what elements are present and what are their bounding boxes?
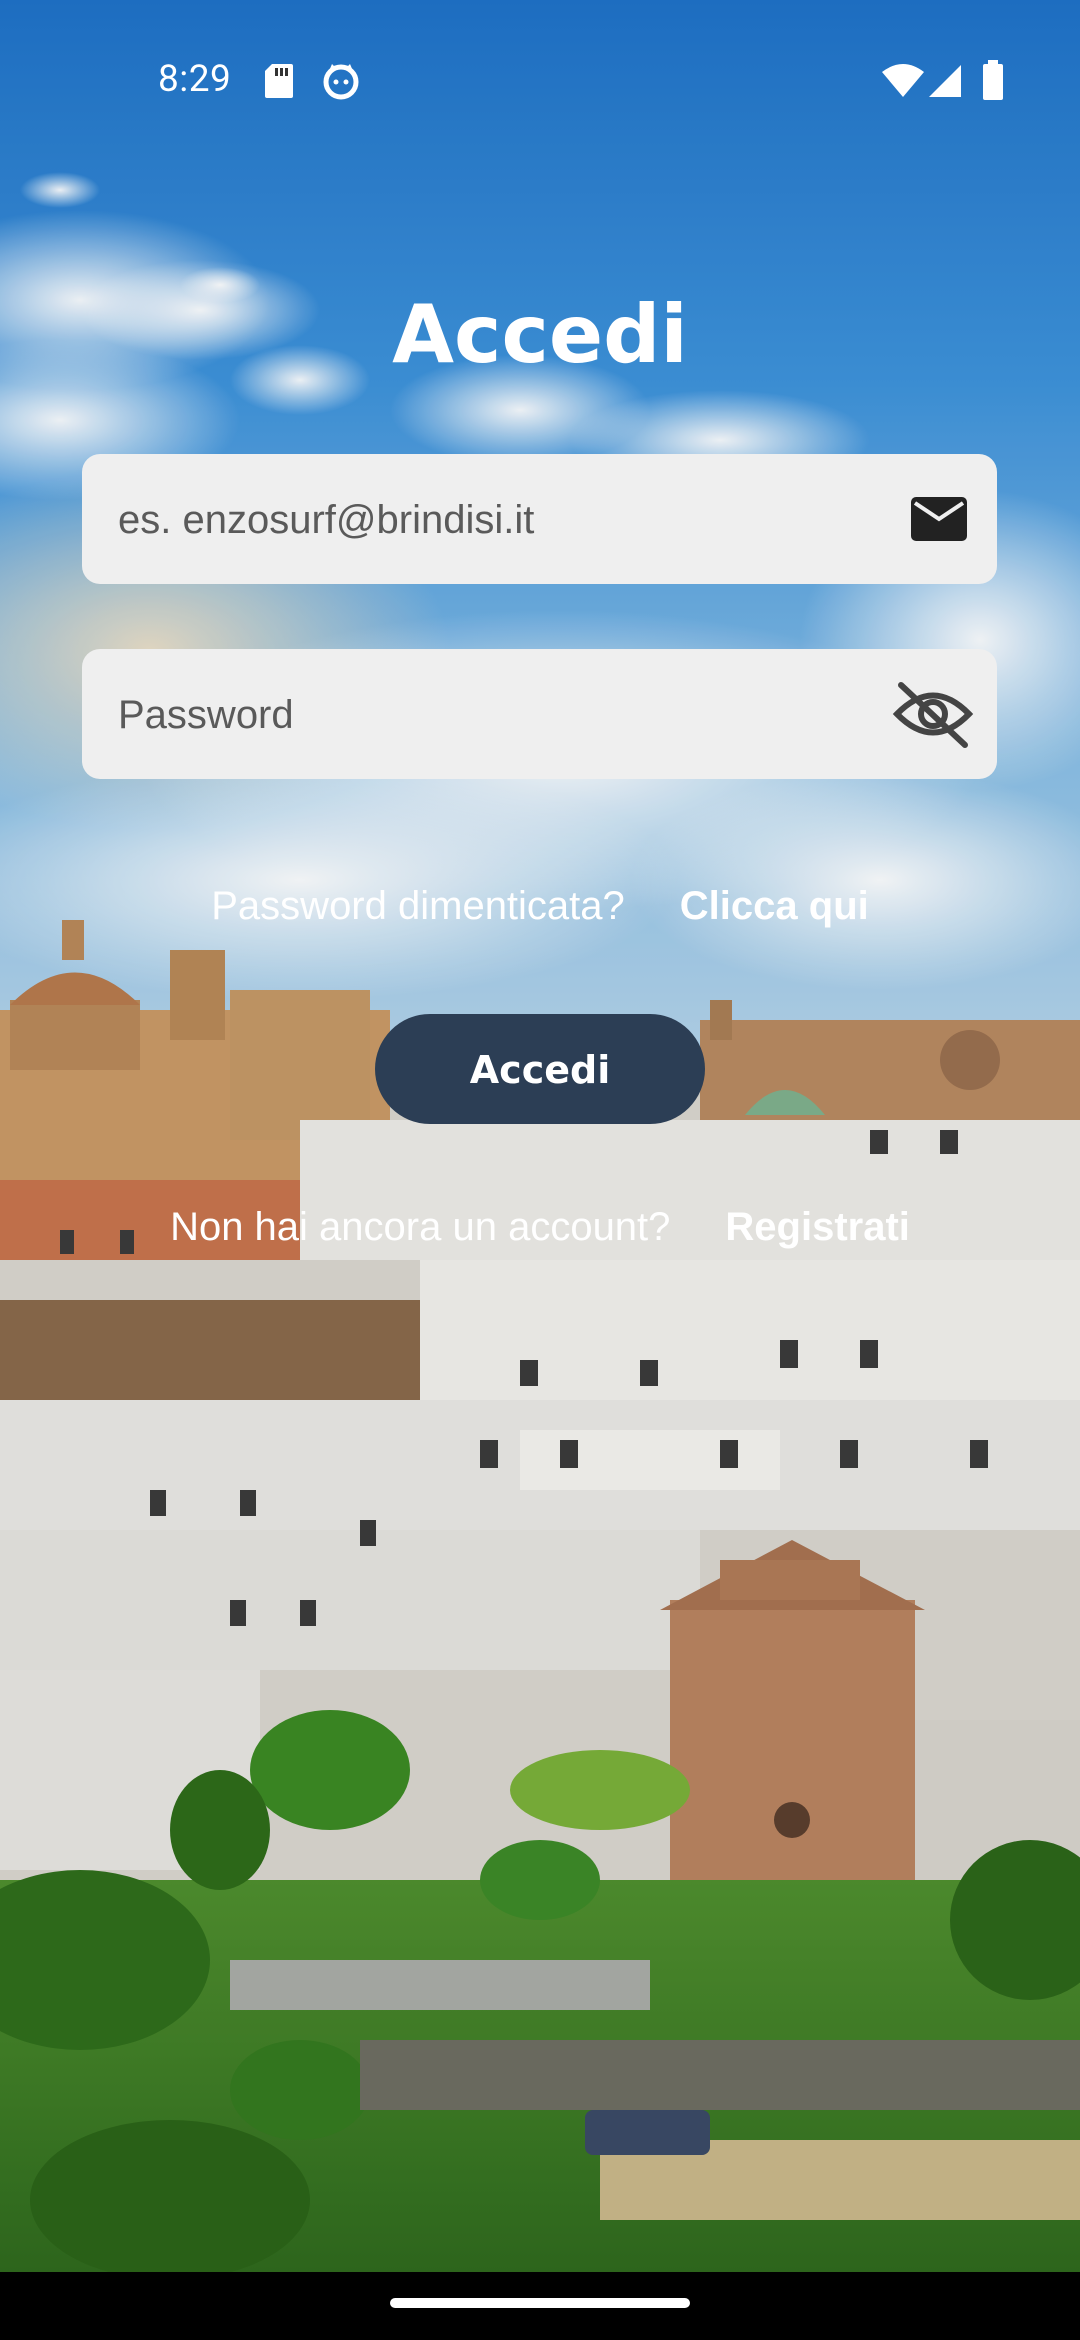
status-time: 8:29	[158, 58, 232, 101]
forgot-password-row: Password dimenticata? Clicca qui	[0, 884, 1080, 929]
signup-link[interactable]: Registrati	[725, 1205, 910, 1249]
battery-icon	[982, 60, 1004, 105]
cellular-signal-icon	[928, 64, 962, 103]
signup-text: Non hai ancora un account?	[170, 1205, 671, 1249]
signup-row: Non hai ancora un account? Registrati	[0, 1205, 1080, 1250]
password-field[interactable]	[82, 649, 997, 781]
email-input[interactable]	[116, 454, 880, 586]
mail-icon	[907, 487, 971, 551]
status-bar: 8:29	[0, 0, 1080, 166]
eye-off-icon[interactable]	[891, 679, 975, 749]
email-field[interactable]	[82, 454, 997, 586]
forgot-password-text: Password dimenticata?	[211, 884, 625, 928]
password-input[interactable]	[116, 649, 880, 781]
page-title: Accedi	[392, 288, 688, 381]
sd-card-icon	[263, 62, 295, 105]
forgot-password-link[interactable]: Clicca qui	[680, 884, 869, 928]
login-button[interactable]: Accedi	[375, 1014, 705, 1124]
cat-face-icon	[322, 62, 360, 105]
navigation-bar	[0, 2272, 1080, 2340]
home-gesture-handle[interactable]	[390, 2298, 690, 2308]
wifi-icon	[882, 64, 924, 103]
